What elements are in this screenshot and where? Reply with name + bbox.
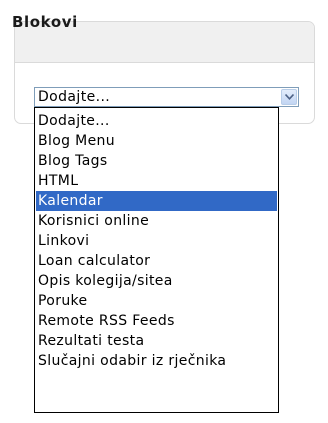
dropdown-option[interactable]: Poruke	[36, 291, 277, 311]
dropdown-option[interactable]: Blog Tags	[36, 151, 277, 171]
add-block-select-value: Dodajte...	[38, 89, 111, 105]
dropdown-option[interactable]: HTML	[36, 171, 277, 191]
dropdown-option[interactable]: Korisnici online	[36, 211, 277, 231]
add-block-select[interactable]: Dodajte...	[34, 87, 299, 107]
dropdown-option[interactable]: Slučajni odabir iz rječnika	[36, 351, 277, 371]
dropdown-option[interactable]: Blog Menu	[36, 131, 277, 151]
dropdown-option[interactable]: Remote RSS Feeds	[36, 311, 277, 331]
chevron-down-icon[interactable]	[281, 89, 297, 105]
dropdown-option[interactable]: Linkovi	[36, 231, 277, 251]
dropdown-option[interactable]: Rezultati testa	[36, 331, 277, 351]
add-block-dropdown-list[interactable]: Dodajte... Blog Menu Blog Tags HTML Kalendar…	[34, 107, 279, 413]
dropdown-option[interactable]: Loan calculator	[36, 251, 277, 271]
dropdown-option[interactable]: Dodajte...	[36, 111, 277, 131]
dropdown-option[interactable]: Opis kolegija/sitea	[36, 271, 277, 291]
blocks-panel-title: Blokovi	[12, 13, 78, 31]
dropdown-option[interactable]: Kalendar	[36, 191, 277, 211]
